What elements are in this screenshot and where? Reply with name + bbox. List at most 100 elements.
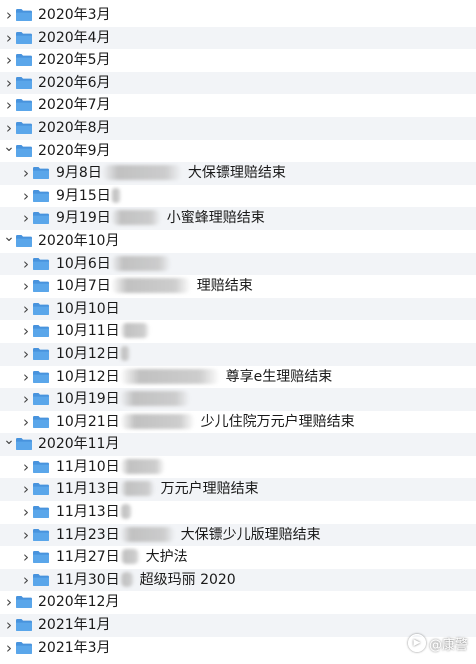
redacted-text (119, 481, 155, 497)
chevron-right-icon[interactable]: › (3, 637, 15, 660)
month-folder-row[interactable]: › 2020年3月 (0, 4, 476, 27)
chevron-right-icon[interactable]: › (20, 185, 32, 208)
folder-label: 2020年7月 (38, 94, 111, 117)
chevron-right-icon[interactable]: › (3, 27, 15, 50)
month-folder-row[interactable]: › 2020年7月 (0, 94, 476, 117)
folder-icon (33, 415, 49, 428)
claim-folder-row[interactable]: › 10月6日 (0, 252, 476, 276)
folder-icon (33, 212, 49, 225)
folder-date: 9月8日 (56, 165, 102, 182)
folder-label: 10月10日 (56, 298, 120, 321)
chevron-right-icon[interactable]: › (20, 478, 32, 501)
folder-description: 大护法 (145, 549, 188, 566)
folder-label: 2021年1月 (38, 614, 111, 637)
month-folder-row[interactable]: › 2020年6月 (0, 71, 476, 95)
folder-label: 11月13日 (56, 501, 132, 524)
chevron-right-icon[interactable]: › (3, 117, 15, 140)
month-folder-row[interactable]: › 2020年4月 (0, 26, 476, 50)
claim-folder-row[interactable]: › 9月8日 大保镖理赔结束 (0, 162, 476, 185)
folder-icon (33, 551, 49, 564)
folder-date: 2020年6月 (38, 74, 111, 91)
month-folder-row[interactable]: ⌄ 2020年11月 (0, 433, 476, 456)
folder-icon (33, 302, 49, 315)
claim-folder-row[interactable]: › 11月23日 大保镖少儿版理赔结束 (0, 523, 476, 547)
folder-icon (16, 121, 32, 134)
folder-icon (33, 189, 49, 202)
month-folder-row[interactable]: ⌄ 2020年10月 (0, 230, 476, 253)
month-folder-row[interactable]: › 2020年12月 (0, 591, 476, 614)
folder-icon (16, 9, 32, 21)
chevron-right-icon[interactable]: › (20, 298, 32, 321)
chevron-right-icon[interactable]: › (20, 388, 32, 411)
claim-folder-row[interactable]: › 10月10日 (0, 297, 476, 321)
claim-folder-row[interactable]: › 11月13日 (0, 501, 476, 524)
chevron-right-icon[interactable]: › (20, 207, 32, 230)
chevron-right-icon[interactable]: › (20, 366, 32, 389)
chevron-right-icon[interactable]: › (20, 524, 32, 547)
chevron-right-icon[interactable]: › (20, 320, 32, 343)
chevron-right-icon[interactable]: › (20, 546, 32, 569)
claim-folder-row[interactable]: › 10月19日 (0, 388, 476, 411)
chevron-right-icon[interactable]: › (20, 275, 32, 298)
folder-date: 11月13日 (56, 504, 120, 521)
folder-label: 10月6日 (56, 253, 171, 276)
chevron-right-icon[interactable]: › (20, 343, 32, 366)
folder-label: 9月8日 大保镖理赔结束 (56, 162, 286, 185)
claim-folder-row[interactable]: › 10月21日 少儿住院万元户理赔结束 (0, 411, 476, 434)
chevron-right-icon[interactable]: › (20, 411, 32, 434)
month-folder-row[interactable]: › 2020年5月 (0, 49, 476, 72)
folder-date: 2021年3月 (38, 639, 111, 656)
folder-date: 10月11日 (56, 323, 120, 340)
chevron-right-icon[interactable]: › (3, 591, 15, 614)
month-folder-row[interactable]: › 2021年3月 (0, 637, 476, 660)
folder-icon (16, 641, 32, 654)
chevron-right-icon[interactable]: › (20, 162, 32, 185)
folder-description: 万元户理赔结束 (160, 481, 259, 498)
folder-description: 大保镖少儿版理赔结束 (180, 526, 321, 543)
folder-label: 2020年11月 (38, 433, 119, 456)
redacted-text (119, 458, 165, 474)
folder-icon (33, 280, 49, 293)
folder-date: 11月10日 (56, 458, 120, 475)
claim-folder-row[interactable]: › 10月11日 (0, 320, 476, 343)
claim-folder-row[interactable]: › 11月30日 超级玛丽 2020 (0, 568, 476, 592)
claim-folder-row[interactable]: › 10月12日 尊享e生理赔结束 (0, 366, 476, 389)
folder-description: 大保镖理赔结束 (187, 165, 286, 182)
folder-label: 2020年8月 (38, 117, 111, 140)
month-folder-row[interactable]: ⌄ 2020年9月 (0, 140, 476, 163)
claim-folder-row[interactable]: › 11月13日 万元户理赔结束 (0, 478, 476, 502)
chevron-right-icon[interactable]: › (20, 501, 32, 524)
chevron-right-icon[interactable]: › (3, 72, 15, 95)
folder-label: 10月11日 (56, 320, 150, 343)
folder-label: 10月21日 少儿住院万元户理赔结束 (56, 411, 355, 434)
folder-icon (33, 370, 49, 383)
claim-folder-row[interactable]: › 10月12日 (0, 342, 476, 366)
chevron-right-icon[interactable]: › (3, 49, 15, 72)
month-folder-row[interactable]: › 2021年1月 (0, 614, 476, 637)
folder-label: 10月7日 理赔结束 (56, 275, 253, 298)
chevron-right-icon[interactable]: › (3, 614, 15, 637)
folder-description: 尊享e生理赔结束 (225, 368, 333, 385)
chevron-right-icon[interactable]: › (20, 456, 32, 479)
claim-folder-row[interactable]: › 9月19日 小蜜蜂理赔结束 (0, 207, 476, 230)
folder-description: 少儿住院万元户理赔结束 (200, 413, 355, 430)
folder-icon (16, 99, 32, 112)
folder-date: 2020年7月 (38, 97, 111, 114)
folder-icon (33, 257, 49, 270)
folder-date: 10月7日 (56, 278, 111, 295)
claim-folder-row[interactable]: › 9月15日 (0, 185, 476, 208)
claim-folder-row[interactable]: › 11月27日 大护法 (0, 546, 476, 569)
chevron-down-icon[interactable]: ⌄ (3, 140, 15, 159)
claim-folder-row[interactable]: › 11月10日 (0, 456, 476, 479)
claim-folder-row[interactable]: › 10月7日 理赔结束 (0, 275, 476, 298)
month-folder-row[interactable]: › 2020年8月 (0, 116, 476, 140)
redacted-text (119, 323, 150, 339)
folder-date: 11月30日 (56, 571, 120, 588)
chevron-right-icon[interactable]: › (3, 94, 15, 117)
chevron-down-icon[interactable]: ⌄ (3, 230, 15, 249)
chevron-down-icon[interactable]: ⌄ (3, 433, 15, 452)
chevron-right-icon[interactable]: › (20, 569, 32, 592)
chevron-right-icon[interactable]: › (20, 253, 32, 276)
chevron-right-icon[interactable]: › (3, 4, 15, 27)
folder-icon (16, 31, 32, 44)
